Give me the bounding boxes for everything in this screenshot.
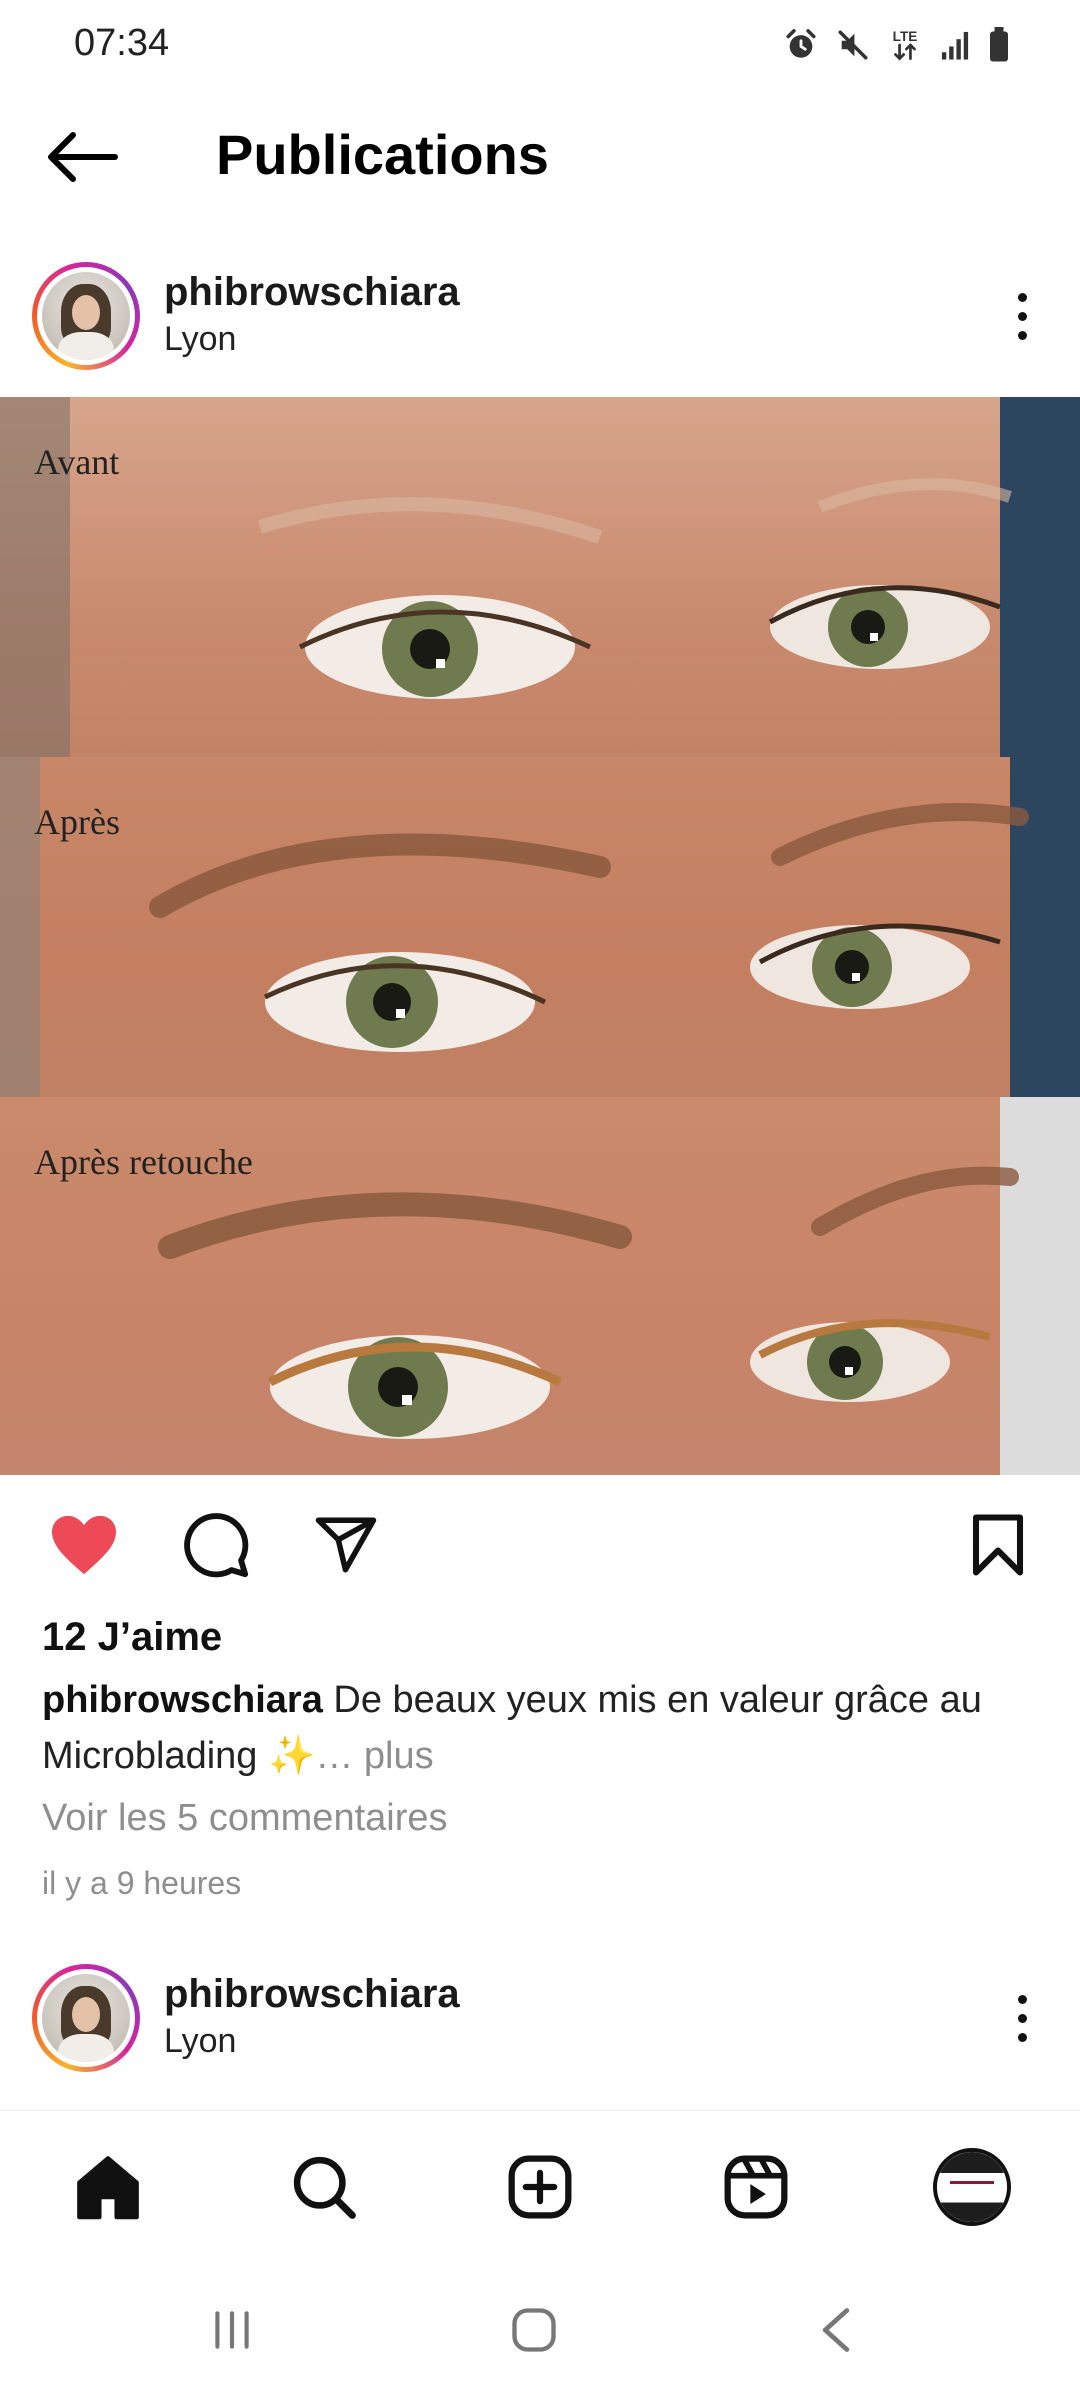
image-label-before: Avant	[34, 442, 120, 482]
caption-username[interactable]: phibrowschiara	[42, 1679, 323, 1721]
view-comments-link[interactable]: Voir les 5 commentaires	[42, 1797, 448, 1840]
status-time: 07:34	[74, 22, 170, 64]
nav-reels[interactable]	[708, 2139, 804, 2235]
bookmark-icon	[972, 1514, 1024, 1576]
next-post-header: phibrowschiara Lyon	[0, 1938, 1080, 2078]
like-button[interactable]	[44, 1505, 124, 1585]
image-label-after: Après	[34, 802, 120, 842]
post-location[interactable]: Lyon	[164, 2022, 236, 2061]
recent-apps-button[interactable]	[182, 2290, 282, 2370]
send-icon	[315, 1517, 377, 1573]
post-actions	[0, 1475, 1080, 1615]
create-icon	[508, 2155, 572, 2219]
post-location[interactable]: Lyon	[164, 320, 236, 359]
post-caption[interactable]: phibrowschiara De beaux yeux mis en vale…	[42, 1672, 1052, 1784]
caption-more-link[interactable]: … plus	[315, 1735, 433, 1777]
share-button[interactable]	[306, 1505, 386, 1585]
avatar[interactable]	[32, 1964, 140, 2072]
battery-icon	[988, 27, 1010, 63]
image-label-after-retouch: Après retouche	[34, 1142, 253, 1182]
status-icons: LTE	[784, 26, 1010, 64]
comment-icon	[184, 1513, 249, 1578]
back-icon	[822, 2308, 850, 2352]
reels-icon	[724, 2155, 788, 2219]
image-panel-after-retouch: Après retouche	[0, 1097, 1080, 1475]
svg-text:LTE: LTE	[893, 29, 918, 44]
post-header: phibrowschiara Lyon	[0, 236, 1080, 376]
page-title: Publications	[216, 123, 549, 186]
more-dot-icon	[1017, 311, 1027, 321]
profile-avatar	[933, 2148, 1011, 2226]
comment-button[interactable]	[176, 1505, 256, 1585]
image-panel-after: Après	[0, 757, 1080, 1097]
more-dot-icon	[1017, 2013, 1027, 2023]
post-username[interactable]: phibrowschiara	[164, 1972, 460, 2017]
bottom-nav	[0, 2110, 1080, 2260]
nav-home[interactable]	[60, 2139, 156, 2235]
back-button[interactable]	[40, 124, 124, 190]
lte-icon: LTE	[888, 26, 922, 64]
signal-icon	[940, 29, 970, 61]
more-options-button[interactable]	[992, 276, 1052, 356]
avatar[interactable]	[32, 262, 140, 370]
image-panel-before: Avant	[0, 397, 1080, 757]
recent-apps-icon	[215, 2311, 249, 2349]
system-home-button[interactable]	[484, 2290, 584, 2370]
more-dot-icon	[1017, 330, 1027, 340]
system-nav-bar	[0, 2260, 1080, 2400]
post-username[interactable]: phibrowschiara	[164, 270, 460, 315]
post-timestamp: il y a 9 heures	[42, 1865, 242, 1901]
back-arrow-icon	[48, 132, 118, 182]
search-icon	[293, 2156, 356, 2219]
app-bar: Publications	[0, 92, 1080, 222]
mute-icon	[836, 28, 870, 62]
post-image[interactable]: Avant Après Après retouche	[0, 397, 1080, 1475]
home-icon	[77, 2156, 139, 2220]
save-button[interactable]	[958, 1505, 1038, 1585]
nav-create[interactable]	[492, 2139, 588, 2235]
more-options-button[interactable]	[992, 1978, 1052, 2058]
more-dot-icon	[1017, 2032, 1027, 2042]
nav-search[interactable]	[276, 2139, 372, 2235]
home-button-icon	[512, 2308, 556, 2352]
status-bar: 07:34 LTE	[0, 0, 1080, 92]
likes-count[interactable]: 12 J’aime	[42, 1615, 222, 1660]
nav-profile[interactable]	[924, 2139, 1020, 2235]
screen: 07:34 LTE Publications phibrowschiara Ly…	[0, 0, 1080, 2400]
system-back-button[interactable]	[786, 2290, 886, 2370]
alarm-icon	[784, 28, 818, 62]
heart-icon	[52, 1515, 116, 1575]
more-dot-icon	[1017, 1994, 1027, 2004]
more-dot-icon	[1017, 292, 1027, 302]
